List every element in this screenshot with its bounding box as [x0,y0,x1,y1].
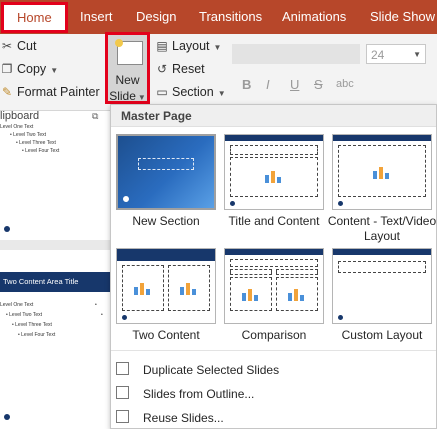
layout-icon: ▤ [156,39,168,53]
layout-label: Custom Layout [341,328,423,342]
italic-button[interactable]: I [266,77,270,92]
logo-icon [123,196,129,202]
clipboard-group-label: lipboard [0,110,40,122]
layout-label: Content - Text/Video Layout [327,214,437,243]
duplicate-selected-slides-item[interactable]: Duplicate Selected Slides [111,359,436,381]
chart-placeholder-icon [371,161,393,181]
chart-placeholder-icon [240,283,262,303]
underline-button[interactable]: U [290,77,299,92]
logo-icon [4,414,10,420]
reset-icon: ↺ [156,62,168,76]
new-slide-gallery: Master Page New Section Title and Conten… [110,104,437,429]
layout-label: New Section [132,214,200,228]
tab-animations[interactable]: Animations [282,0,346,34]
logo-icon [338,201,343,206]
slide-thumbnail[interactable]: Level One Text • Level Two Text • Level … [0,122,110,240]
chart-placeholder-icon [132,277,154,297]
layout-thumbnail [224,134,324,210]
outline-icon [116,386,129,399]
layout-thumbnail [116,248,216,324]
chevron-down-icon: ▼ [213,43,222,52]
chart-placeholder-icon [178,277,200,297]
section-button[interactable]: ▭ Section ▼ [155,82,226,102]
layout-thumbnail [332,248,432,324]
tab-slide-show[interactable]: Slide Show [370,0,435,34]
logo-icon [122,315,127,320]
menu-separator [111,350,436,351]
layout-thumbnail [116,134,216,210]
chart-placeholder-icon [263,165,285,185]
reuse-slides-item[interactable]: Reuse Slides... [111,407,436,429]
copy-button[interactable]: ❐ Copy ▼ [0,59,59,79]
paintbrush-icon: ✎ [1,85,13,99]
ribbon-tab-bar: Home Insert Design Transitions Animation… [0,0,437,34]
logo-icon [4,226,10,232]
font-tools-row [232,74,437,94]
chevron-down-icon: ▼ [217,89,226,98]
logo-icon [338,315,343,320]
layout-thumbnail [224,248,324,324]
duplicate-slide-icon [116,362,129,375]
slide-thumbnail-pane: Level One Text • Level Two Text • Level … [0,122,110,429]
format-painter-button[interactable]: ✎ Format Painter [0,82,100,102]
chevron-down-icon: ▼ [137,93,146,102]
logo-icon [230,201,235,206]
cut-button[interactable]: ✂ Cut [0,36,36,56]
slide-thumbnail[interactable]: Two Content Area Title Level One Text • … [0,250,110,429]
font-name-box[interactable] [232,44,360,64]
tab-design[interactable]: Design [136,0,176,34]
gallery-header: Master Page [111,105,436,127]
layout-thumbnail [332,134,432,210]
bold-button[interactable]: B [242,77,251,92]
tab-transitions[interactable]: Transitions [199,0,262,34]
chevron-down-icon[interactable]: ▼ [50,66,58,75]
chevron-down-icon: ▼ [413,50,421,59]
copy-icon: ❐ [1,62,13,76]
new-slide-icon [115,39,143,65]
layout-label: Comparison [241,328,307,342]
shadow-button[interactable]: abc [336,78,354,90]
layout-label: Title and Content [228,214,320,228]
tab-insert[interactable]: Insert [80,0,113,34]
clipboard-dialog-launcher-icon[interactable]: ⧉ [92,111,98,122]
reuse-slides-icon [116,410,129,423]
section-icon: ▭ [156,85,168,99]
font-size-box[interactable]: 24 ▼ [366,44,426,64]
layout-label: Two Content [132,328,200,342]
slides-from-outline-item[interactable]: Slides from Outline... [111,383,436,405]
scissors-icon: ✂ [1,39,13,53]
reset-button[interactable]: ↺ Reset [155,59,205,79]
chart-placeholder-icon [286,283,308,303]
ribbon-panel: ✂ Cut ❐ Copy ▼ ✎ Format Painter ▤ Layout ▼ ↺ Re… [0,34,437,111]
tab-home[interactable]: Home [1,2,68,33]
layout-button[interactable]: ▤ Layout ▼ [155,36,221,56]
strikethrough-button[interactable]: S [314,77,323,92]
new-slide-button[interactable]: New Slide ▼ [105,32,150,104]
